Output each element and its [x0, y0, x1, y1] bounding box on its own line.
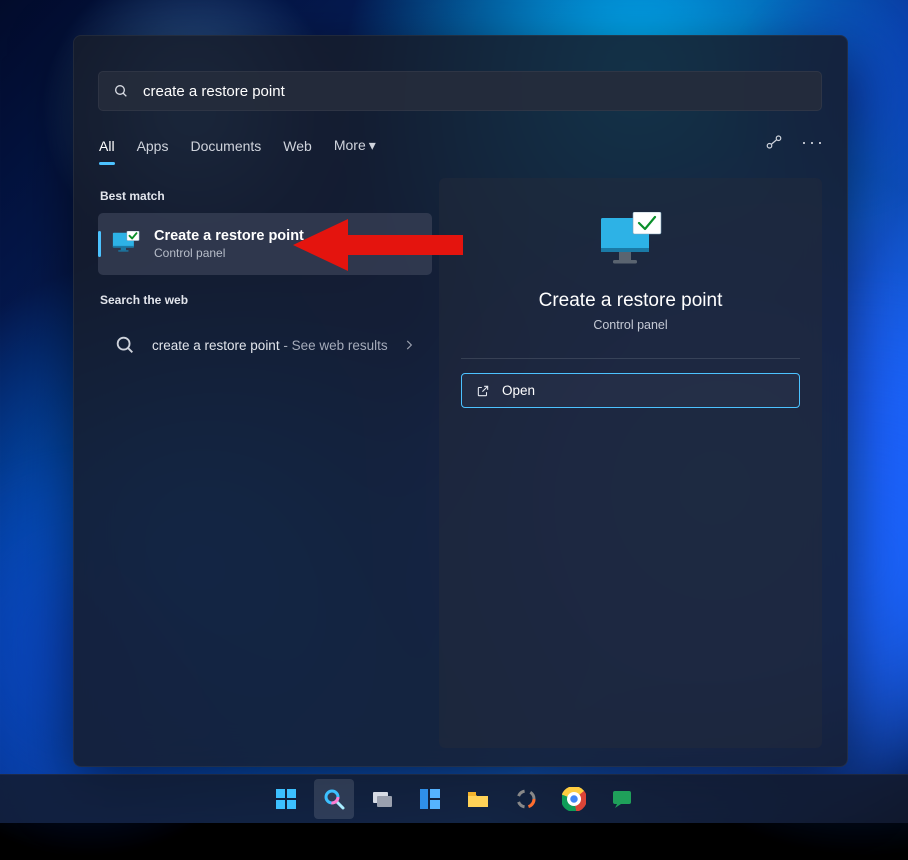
web-result-text: create a restore point - See web results — [152, 337, 402, 354]
tab-more[interactable]: More▾ — [334, 133, 376, 158]
open-external-icon — [476, 384, 490, 398]
tab-documents[interactable]: Documents — [190, 134, 261, 158]
chevron-down-icon: ▾ — [369, 137, 376, 153]
app-loading-icon[interactable] — [506, 779, 546, 819]
widgets-button[interactable] — [410, 779, 450, 819]
file-explorer-button[interactable] — [458, 779, 498, 819]
selection-indicator — [98, 231, 101, 257]
search-box[interactable] — [98, 71, 822, 111]
search-scope-tabs: All Apps Documents Web More▾ — [99, 133, 376, 158]
result-subtitle: Control panel — [154, 245, 304, 261]
chevron-right-icon — [402, 338, 416, 352]
route-icon[interactable] — [765, 133, 783, 151]
detail-title: Create a restore point — [439, 290, 822, 312]
chat-app-button[interactable] — [602, 779, 642, 819]
taskbar — [0, 774, 908, 823]
section-search-web: Search the web — [100, 293, 432, 307]
best-match-result[interactable]: Create a restore point Control panel — [98, 213, 432, 275]
tab-apps[interactable]: Apps — [137, 134, 169, 158]
result-title: Create a restore point — [154, 227, 304, 245]
web-search-result[interactable]: create a restore point - See web results — [98, 317, 432, 373]
chrome-button[interactable] — [554, 779, 594, 819]
task-view-button[interactable] — [362, 779, 402, 819]
system-properties-icon — [599, 212, 663, 270]
section-best-match: Best match — [100, 189, 432, 203]
search-flyout: All Apps Documents Web More▾ ··· Best ma… — [73, 35, 848, 767]
search-icon — [114, 334, 136, 356]
detail-subtitle: Control panel — [439, 318, 822, 332]
system-properties-icon — [112, 231, 140, 257]
start-button[interactable] — [266, 779, 306, 819]
search-icon — [113, 83, 129, 99]
search-input[interactable] — [141, 82, 807, 101]
more-options-button[interactable]: ··· — [801, 133, 825, 151]
tab-all[interactable]: All — [99, 134, 115, 158]
taskbar-search-button[interactable] — [314, 779, 354, 819]
tab-web[interactable]: Web — [283, 134, 312, 158]
open-button[interactable]: Open — [461, 373, 800, 408]
result-detail-panel: Create a restore point Control panel Ope… — [439, 178, 822, 748]
divider — [461, 358, 800, 359]
